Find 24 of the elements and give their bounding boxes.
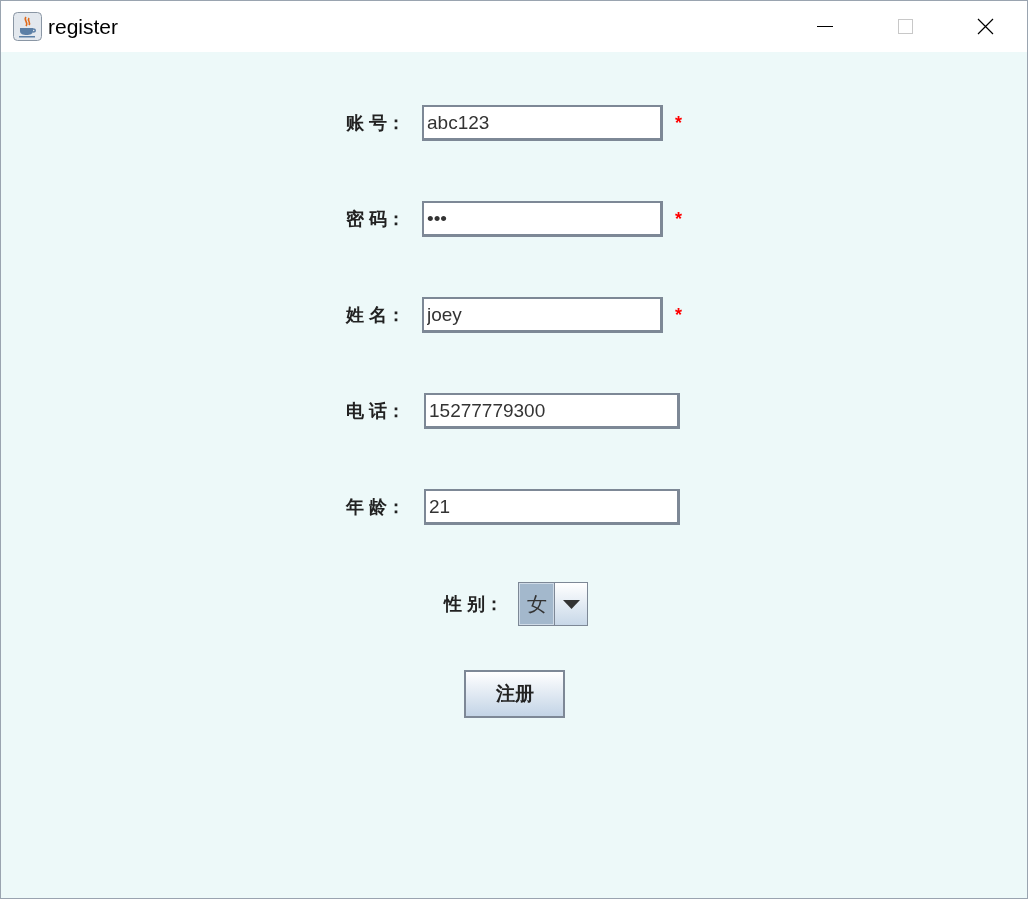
dropdown-value: 女 xyxy=(519,583,554,625)
field-label: 年 龄： xyxy=(346,495,406,519)
input-field[interactable]: 15277779300 xyxy=(424,393,680,429)
field-label: 性 别： xyxy=(444,592,504,616)
required-mark: * xyxy=(675,303,682,327)
field-label: 账 号： xyxy=(346,111,406,135)
maximize-icon xyxy=(897,19,913,34)
input-field[interactable]: abc123 xyxy=(422,105,663,141)
register-button[interactable]: 注册 xyxy=(464,670,565,718)
field-label: 电 话： xyxy=(346,399,406,423)
window-title: register xyxy=(48,13,119,40)
input-field[interactable]: ••• xyxy=(422,201,663,237)
input-field[interactable]: joey xyxy=(422,297,663,333)
required-mark: * xyxy=(675,207,682,231)
dropdown-arrow-button[interactable] xyxy=(554,583,587,625)
field-label: 密 码： xyxy=(346,207,406,231)
caret-icon xyxy=(562,599,580,609)
dropdown[interactable]: 女 xyxy=(518,582,588,626)
field-label: 姓 名： xyxy=(346,303,406,327)
minimize-icon xyxy=(817,25,833,28)
coffee-cup-icon xyxy=(13,12,42,41)
close-icon xyxy=(976,18,994,35)
input-field[interactable]: 21 xyxy=(424,489,680,525)
required-mark: * xyxy=(675,111,682,135)
